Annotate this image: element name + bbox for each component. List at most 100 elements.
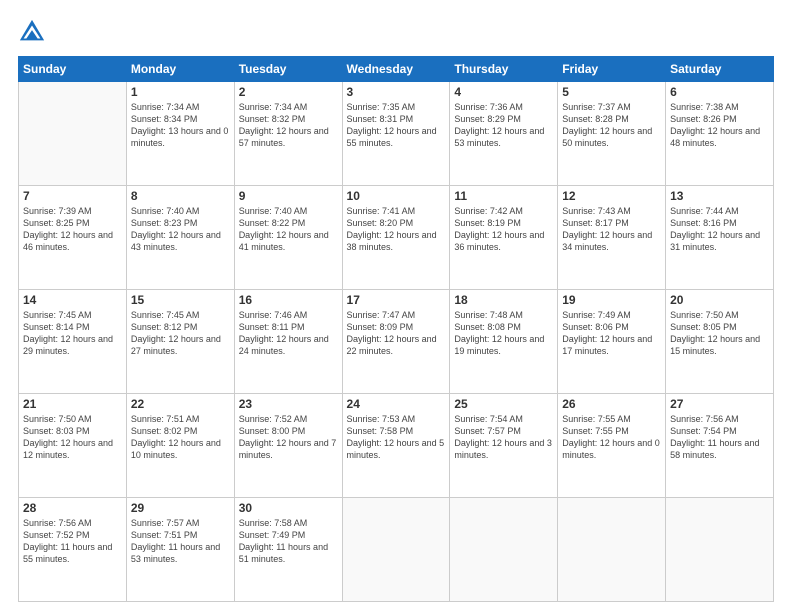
calendar-cell: 18Sunrise: 7:48 AMSunset: 8:08 PMDayligh… <box>450 290 558 394</box>
weekday-header-sunday: Sunday <box>19 57 127 82</box>
calendar-cell: 1 Sunrise: 7:34 AMSunset: 8:34 PMDaylight… <box>126 82 234 186</box>
weekday-header-thursday: Thursday <box>450 57 558 82</box>
day-number: 16 <box>239 293 338 307</box>
day-number: 22 <box>131 397 230 411</box>
cell-content: Sunrise: 7:34 AMSunset: 8:32 PMDaylight:… <box>239 101 338 150</box>
cell-content: Sunrise: 7:55 AMSunset: 7:55 PMDaylight:… <box>562 413 661 462</box>
day-number: 27 <box>670 397 769 411</box>
cell-content: Sunrise: 7:45 AMSunset: 8:14 PMDaylight:… <box>23 309 122 358</box>
day-number: 13 <box>670 189 769 203</box>
day-number: 10 <box>347 189 446 203</box>
week-row-2: 7 Sunrise: 7:39 AMSunset: 8:25 PMDaylight… <box>19 186 774 290</box>
calendar-cell: 15 Sunrise: 7:45 AMSunset: 8:12 PMDayligh… <box>126 290 234 394</box>
day-number: 29 <box>131 501 230 515</box>
calendar-cell: 5 Sunrise: 7:37 AMSunset: 8:28 PMDaylight… <box>558 82 666 186</box>
calendar-cell: 16 Sunrise: 7:46 AMSunset: 8:11 PMDayligh… <box>234 290 342 394</box>
day-number: 9 <box>239 189 338 203</box>
cell-content: Sunrise: 7:45 AMSunset: 8:12 PMDaylight:… <box>131 309 230 358</box>
calendar-cell: 3Sunrise: 7:35 AMSunset: 8:31 PMDaylight… <box>342 82 450 186</box>
cell-content: Sunrise: 7:51 AMSunset: 8:02 PMDaylight:… <box>131 413 230 462</box>
cell-content: Sunrise: 7:38 AMSunset: 8:26 PMDaylight:… <box>670 101 769 150</box>
calendar-cell: 13 Sunrise: 7:44 AMSunset: 8:16 PMDayligh… <box>666 186 774 290</box>
cell-content: Sunrise: 7:39 AMSunset: 8:25 PMDaylight:… <box>23 205 122 254</box>
cell-content: Sunrise: 7:52 AMSunset: 8:00 PMDaylight:… <box>239 413 338 462</box>
logo-icon <box>18 18 46 46</box>
calendar-cell: 11 Sunrise: 7:42 AMSunset: 8:19 PMDayligh… <box>450 186 558 290</box>
day-number: 3 <box>347 85 446 99</box>
calendar-cell: 8 Sunrise: 7:40 AMSunset: 8:23 PMDaylight… <box>126 186 234 290</box>
calendar-cell: 6 Sunrise: 7:38 AMSunset: 8:26 PMDaylight… <box>666 82 774 186</box>
weekday-header-row: SundayMondayTuesdayWednesdayThursdayFrid… <box>19 57 774 82</box>
weekday-header-tuesday: Tuesday <box>234 57 342 82</box>
cell-content: Sunrise: 7:50 AMSunset: 8:03 PMDaylight:… <box>23 413 122 462</box>
cell-content: Sunrise: 7:34 AMSunset: 8:34 PMDaylight:… <box>131 101 230 150</box>
day-number: 28 <box>23 501 122 515</box>
cell-content: Sunrise: 7:42 AMSunset: 8:19 PMDaylight:… <box>454 205 553 254</box>
day-number: 15 <box>131 293 230 307</box>
day-number: 1 <box>131 85 230 99</box>
day-number: 17 <box>347 293 446 307</box>
cell-content: Sunrise: 7:56 AMSunset: 7:52 PMDaylight:… <box>23 517 122 566</box>
cell-content: Sunrise: 7:48 AMSunset: 8:08 PMDaylight:… <box>454 309 553 358</box>
calendar-table: SundayMondayTuesdayWednesdayThursdayFrid… <box>18 56 774 602</box>
logo <box>18 18 50 46</box>
day-number: 14 <box>23 293 122 307</box>
calendar-cell: 14 Sunrise: 7:45 AMSunset: 8:14 PMDayligh… <box>19 290 127 394</box>
day-number: 25 <box>454 397 553 411</box>
calendar-cell: 4Sunrise: 7:36 AMSunset: 8:29 PMDaylight… <box>450 82 558 186</box>
page-header <box>18 18 774 46</box>
week-row-5: 28 Sunrise: 7:56 AMSunset: 7:52 PMDayligh… <box>19 498 774 602</box>
cell-content: Sunrise: 7:40 AMSunset: 8:23 PMDaylight:… <box>131 205 230 254</box>
cell-content: Sunrise: 7:47 AMSunset: 8:09 PMDaylight:… <box>347 309 446 358</box>
calendar-cell: 7 Sunrise: 7:39 AMSunset: 8:25 PMDaylight… <box>19 186 127 290</box>
calendar-cell: 17 Sunrise: 7:47 AMSunset: 8:09 PMDayligh… <box>342 290 450 394</box>
day-number: 19 <box>562 293 661 307</box>
cell-content: Sunrise: 7:46 AMSunset: 8:11 PMDaylight:… <box>239 309 338 358</box>
calendar-cell: 27 Sunrise: 7:56 AMSunset: 7:54 PMDayligh… <box>666 394 774 498</box>
calendar-cell: 29 Sunrise: 7:57 AMSunset: 7:51 PMDayligh… <box>126 498 234 602</box>
calendar-cell: 12Sunrise: 7:43 AMSunset: 8:17 PMDayligh… <box>558 186 666 290</box>
week-row-3: 14 Sunrise: 7:45 AMSunset: 8:14 PMDayligh… <box>19 290 774 394</box>
cell-content: Sunrise: 7:58 AMSunset: 7:49 PMDaylight:… <box>239 517 338 566</box>
calendar-cell: 21 Sunrise: 7:50 AMSunset: 8:03 PMDayligh… <box>19 394 127 498</box>
cell-content: Sunrise: 7:40 AMSunset: 8:22 PMDaylight:… <box>239 205 338 254</box>
cell-content: Sunrise: 7:50 AMSunset: 8:05 PMDaylight:… <box>670 309 769 358</box>
cell-content: Sunrise: 7:53 AMSunset: 7:58 PMDaylight:… <box>347 413 446 462</box>
calendar-cell: 26 Sunrise: 7:55 AMSunset: 7:55 PMDayligh… <box>558 394 666 498</box>
calendar-cell <box>558 498 666 602</box>
day-number: 30 <box>239 501 338 515</box>
weekday-header-wednesday: Wednesday <box>342 57 450 82</box>
cell-content: Sunrise: 7:57 AMSunset: 7:51 PMDaylight:… <box>131 517 230 566</box>
calendar-cell: 25Sunrise: 7:54 AMSunset: 7:57 PMDayligh… <box>450 394 558 498</box>
cell-content: Sunrise: 7:43 AMSunset: 8:17 PMDaylight:… <box>562 205 661 254</box>
cell-content: Sunrise: 7:41 AMSunset: 8:20 PMDaylight:… <box>347 205 446 254</box>
cell-content: Sunrise: 7:56 AMSunset: 7:54 PMDaylight:… <box>670 413 769 462</box>
day-number: 7 <box>23 189 122 203</box>
calendar-cell: 9 Sunrise: 7:40 AMSunset: 8:22 PMDaylight… <box>234 186 342 290</box>
weekday-header-friday: Friday <box>558 57 666 82</box>
week-row-4: 21 Sunrise: 7:50 AMSunset: 8:03 PMDayligh… <box>19 394 774 498</box>
day-number: 8 <box>131 189 230 203</box>
day-number: 20 <box>670 293 769 307</box>
calendar-cell: 28 Sunrise: 7:56 AMSunset: 7:52 PMDayligh… <box>19 498 127 602</box>
calendar-cell <box>450 498 558 602</box>
day-number: 21 <box>23 397 122 411</box>
day-number: 26 <box>562 397 661 411</box>
calendar-cell: 2 Sunrise: 7:34 AMSunset: 8:32 PMDaylight… <box>234 82 342 186</box>
calendar-cell: 24 Sunrise: 7:53 AMSunset: 7:58 PMDayligh… <box>342 394 450 498</box>
calendar-cell: 19 Sunrise: 7:49 AMSunset: 8:06 PMDayligh… <box>558 290 666 394</box>
cell-content: Sunrise: 7:37 AMSunset: 8:28 PMDaylight:… <box>562 101 661 150</box>
cell-content: Sunrise: 7:36 AMSunset: 8:29 PMDaylight:… <box>454 101 553 150</box>
cell-content: Sunrise: 7:44 AMSunset: 8:16 PMDaylight:… <box>670 205 769 254</box>
cell-content: Sunrise: 7:49 AMSunset: 8:06 PMDaylight:… <box>562 309 661 358</box>
day-number: 23 <box>239 397 338 411</box>
day-number: 6 <box>670 85 769 99</box>
day-number: 24 <box>347 397 446 411</box>
calendar-cell <box>666 498 774 602</box>
day-number: 2 <box>239 85 338 99</box>
calendar-cell: 20 Sunrise: 7:50 AMSunset: 8:05 PMDayligh… <box>666 290 774 394</box>
calendar-cell: 30 Sunrise: 7:58 AMSunset: 7:49 PMDayligh… <box>234 498 342 602</box>
day-number: 5 <box>562 85 661 99</box>
day-number: 11 <box>454 189 553 203</box>
calendar-cell: 10 Sunrise: 7:41 AMSunset: 8:20 PMDayligh… <box>342 186 450 290</box>
